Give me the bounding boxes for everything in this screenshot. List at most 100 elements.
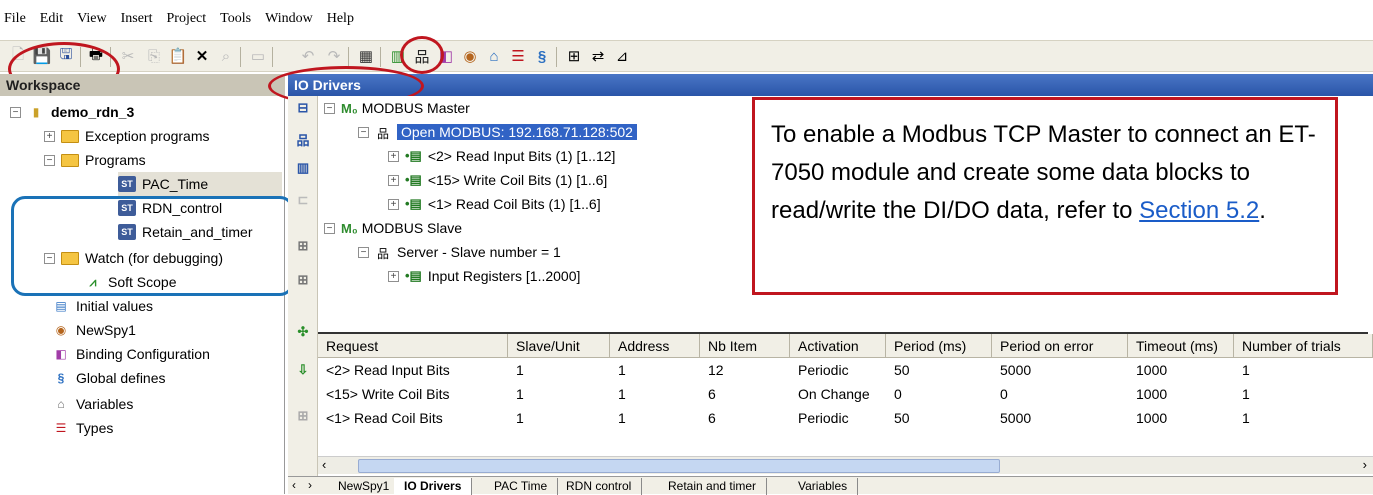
tab-io-drivers[interactable]: IO Drivers bbox=[394, 478, 473, 495]
grid-header-period[interactable]: Period (ms) bbox=[886, 334, 992, 358]
expand-icon[interactable]: + bbox=[388, 270, 399, 282]
grid-cell[interactable]: 6 bbox=[700, 407, 716, 430]
grid-header-address[interactable]: Address bbox=[610, 334, 700, 358]
expand-icon[interactable]: + bbox=[388, 174, 399, 186]
properties-icon[interactable]: ▭ bbox=[248, 46, 268, 66]
collapse-icon[interactable]: − bbox=[44, 154, 55, 166]
tree-variables[interactable]: ⌂ Variables bbox=[52, 392, 133, 416]
tree-types[interactable]: ☰ Types bbox=[52, 416, 114, 440]
grid-cell[interactable]: 50 bbox=[886, 407, 910, 430]
grid-cell[interactable]: 5000 bbox=[992, 407, 1031, 430]
redo-icon[interactable]: ↷ bbox=[324, 46, 344, 66]
tree-pac-time[interactable]: ST PAC_Time bbox=[118, 172, 282, 196]
copy-icon[interactable]: ⎘ bbox=[144, 46, 164, 66]
add-block-icon[interactable]: ▥ bbox=[294, 160, 312, 178]
grid-cell[interactable]: <2> Read Input Bits bbox=[318, 359, 450, 382]
scroll-thumb[interactable] bbox=[358, 459, 1000, 473]
collapse-icon[interactable]: − bbox=[10, 106, 21, 118]
grid-cell[interactable]: On Change bbox=[790, 383, 870, 406]
tree-initial-values[interactable]: ▤ Initial values bbox=[52, 294, 153, 318]
grid-cell[interactable]: 1 bbox=[610, 383, 626, 406]
tree-project[interactable]: − ▮ demo_rdn_3 bbox=[10, 100, 134, 124]
grid-cell[interactable]: Periodic bbox=[790, 359, 849, 382]
tab-scroll-left-icon[interactable]: ‹ bbox=[292, 478, 296, 492]
grid-cell[interactable]: 0 bbox=[992, 383, 1008, 406]
expand-icon[interactable]: + bbox=[388, 198, 399, 210]
compile-icon[interactable]: ▦ bbox=[356, 46, 376, 66]
undo-icon[interactable]: ↶ bbox=[298, 46, 318, 66]
grid-cell[interactable]: 50 bbox=[886, 359, 910, 382]
grid-header-slave-unit[interactable]: Slave/Unit bbox=[508, 334, 610, 358]
grid-cell[interactable]: 1000 bbox=[1128, 359, 1167, 382]
menu-help[interactable]: Help bbox=[327, 11, 354, 27]
transfer-icon[interactable]: ⇄ bbox=[588, 46, 608, 66]
types-icon[interactable]: ☰ bbox=[508, 46, 528, 66]
menu-window[interactable]: Window bbox=[265, 11, 313, 27]
grid-cell[interactable]: 1 bbox=[1234, 383, 1250, 406]
move-up-icon[interactable]: ⊞ bbox=[294, 238, 312, 256]
grid-header-request[interactable]: Request bbox=[318, 334, 508, 358]
grid-cell[interactable]: 6 bbox=[700, 383, 716, 406]
block-read-input-bits[interactable]: + •▤ <2> Read Input Bits (1) [1..12] bbox=[388, 144, 615, 168]
grid-cell[interactable]: Periodic bbox=[790, 407, 849, 430]
grid-cell[interactable]: 12 bbox=[700, 359, 724, 382]
grid-cell[interactable]: 1 bbox=[1234, 359, 1250, 382]
global-defines-icon[interactable]: § bbox=[532, 46, 552, 66]
server-node[interactable]: − 品 Server - Slave number = 1 bbox=[358, 240, 561, 264]
scroll-right-icon[interactable]: › bbox=[1363, 457, 1367, 472]
menu-view[interactable]: View bbox=[77, 11, 106, 27]
expand-icon[interactable]: + bbox=[44, 130, 55, 142]
tab-variables[interactable]: Variables bbox=[788, 478, 859, 495]
paste-icon[interactable]: 📋 bbox=[168, 46, 188, 66]
grid-cell[interactable]: 1 bbox=[610, 359, 626, 382]
delete-icon[interactable]: ✕ bbox=[192, 46, 212, 66]
grid-cell[interactable]: 1 bbox=[1234, 407, 1250, 430]
modbus-slave-node[interactable]: − M₀ MODBUS Slave bbox=[324, 216, 462, 240]
tab-scroll-right-icon[interactable]: › bbox=[308, 478, 312, 492]
tab-rdn-control[interactable]: RDN control bbox=[556, 478, 643, 495]
cut-icon[interactable]: ✂ bbox=[118, 46, 138, 66]
grid-cell[interactable]: <15> Write Coil Bits bbox=[318, 383, 449, 406]
collapse-icon[interactable]: − bbox=[358, 126, 369, 138]
spy-icon[interactable]: ◉ bbox=[460, 46, 480, 66]
grid-header-nb-item[interactable]: Nb Item bbox=[700, 334, 790, 358]
grid-header-activation[interactable]: Activation bbox=[790, 334, 886, 358]
menu-project[interactable]: Project bbox=[167, 11, 207, 27]
menu-tools[interactable]: Tools bbox=[220, 11, 251, 27]
grid-header-number-of-trials[interactable]: Number of trials bbox=[1234, 334, 1373, 358]
menu-insert[interactable]: Insert bbox=[121, 11, 153, 27]
horizontal-scrollbar[interactable]: ‹ › bbox=[318, 456, 1373, 474]
grid-cell[interactable]: 1000 bbox=[1128, 383, 1167, 406]
grid-cell[interactable]: 1 bbox=[508, 407, 524, 430]
section-link[interactable]: Section 5.2 bbox=[1139, 197, 1259, 224]
tab-newspy1[interactable]: NewSpy1 bbox=[328, 478, 401, 495]
add-network-icon[interactable]: 品 bbox=[294, 130, 312, 148]
home-icon[interactable]: ⌂ bbox=[484, 46, 504, 66]
collapse-icon[interactable]: − bbox=[324, 102, 335, 114]
grid-cell[interactable]: 0 bbox=[886, 383, 902, 406]
grid-cell[interactable]: <1> Read Coil Bits bbox=[318, 407, 443, 430]
grid-cell[interactable]: 1 bbox=[610, 407, 626, 430]
menu-file[interactable]: File bbox=[4, 11, 26, 27]
block-read-coil-bits[interactable]: + •▤ <1> Read Coil Bits (1) [1..6] bbox=[388, 192, 601, 216]
tree-global-defines[interactable]: § Global defines bbox=[52, 366, 166, 390]
properties-icon[interactable]: ✣ bbox=[294, 324, 312, 342]
input-registers-node[interactable]: + •▤ Input Registers [1..2000] bbox=[388, 264, 580, 288]
connect-icon[interactable]: ⊿ bbox=[612, 46, 632, 66]
block-write-coil-bits[interactable]: + •▤ <15> Write Coil Bits (1) [1..6] bbox=[388, 168, 607, 192]
open-modbus-node[interactable]: − 品 Open MODBUS: 192.168.71.128:502 bbox=[358, 120, 637, 144]
insert-row-icon[interactable]: ⇩ bbox=[294, 362, 312, 380]
grid-header-timeout[interactable]: Timeout (ms) bbox=[1128, 334, 1234, 358]
find-icon[interactable]: ⌕ bbox=[216, 46, 236, 66]
grid-cell[interactable]: 1 bbox=[508, 359, 524, 382]
layout-icon[interactable]: ⊞ bbox=[564, 46, 584, 66]
grid-cell[interactable]: 5000 bbox=[992, 359, 1031, 382]
move-down-icon[interactable]: ⊞ bbox=[294, 272, 312, 290]
grid-icon[interactable]: ⊞ bbox=[294, 408, 312, 426]
scroll-left-icon[interactable]: ‹ bbox=[322, 457, 326, 472]
tree-newspy1[interactable]: ◉ NewSpy1 bbox=[52, 318, 136, 342]
grid-cell[interactable]: 1 bbox=[508, 383, 524, 406]
menu-edit[interactable]: Edit bbox=[40, 11, 63, 27]
add-driver-icon[interactable]: ⊟ bbox=[294, 100, 312, 118]
collapse-icon[interactable]: − bbox=[358, 246, 369, 258]
